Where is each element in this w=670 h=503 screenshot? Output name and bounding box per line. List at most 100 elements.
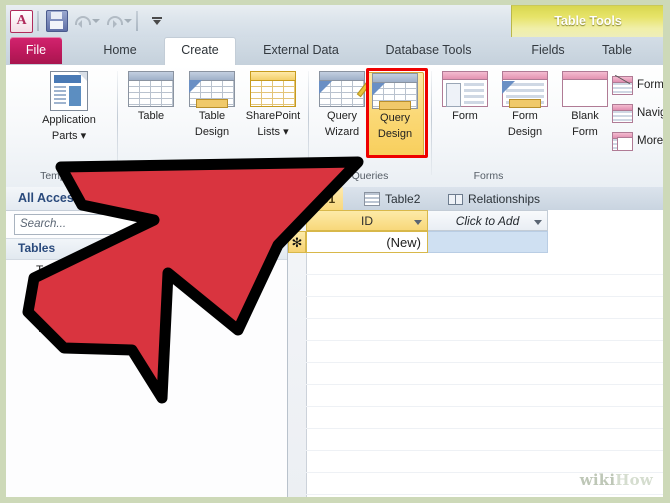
navigation-group-tables[interactable]: Tables bbox=[6, 238, 287, 260]
document-tab-label: Table2 bbox=[385, 191, 421, 206]
undo-icon[interactable] bbox=[74, 11, 91, 31]
ribbon-small-button-more-forms[interactable]: More bbox=[612, 129, 663, 153]
ribbon-small-button-navigation[interactable]: Navig bbox=[612, 101, 663, 125]
table-grid-icon bbox=[128, 71, 174, 107]
document-tab-label: Table1 bbox=[298, 191, 336, 206]
watermark-suffix: How bbox=[615, 471, 653, 489]
tab-create[interactable]: Create bbox=[164, 37, 236, 65]
wikihow-watermark: wikiHow bbox=[580, 471, 653, 489]
document-area: Table1 Table2 Relationships ID Click to … bbox=[288, 187, 663, 497]
ribbon-button-form-design[interactable]: Form Design bbox=[494, 71, 556, 138]
navigation-group-label: Tables bbox=[18, 241, 56, 255]
ribbon-button-label-2: Design bbox=[507, 125, 543, 138]
group-divider-3 bbox=[431, 71, 432, 175]
query-design-highlight-box bbox=[366, 68, 428, 158]
navigation-pane-title: All Access Objects bbox=[18, 191, 131, 205]
list-item-table2[interactable]: Table2 bbox=[36, 321, 71, 335]
form-wizard-icon bbox=[612, 74, 633, 95]
small-button-label: More bbox=[637, 135, 663, 147]
ribbon-button-label: Blank bbox=[571, 110, 599, 122]
ribbon-group-label-templates: Templates bbox=[40, 170, 88, 182]
sharepoint-list-icon bbox=[250, 71, 296, 107]
group-divider-1 bbox=[117, 71, 118, 175]
app-frame: A Table Tools File Home Create External … bbox=[6, 5, 663, 497]
qat-divider bbox=[37, 11, 39, 31]
cell-id[interactable]: (New) bbox=[306, 231, 428, 253]
new-record-marker[interactable]: ✻ bbox=[288, 231, 306, 253]
tab-table[interactable]: Table bbox=[586, 37, 648, 64]
chevron-down-icon[interactable] bbox=[534, 220, 542, 225]
chevron-down-icon[interactable]: ▾ bbox=[81, 130, 87, 142]
ribbon-group-forms: Form Form Design Blank Form Form Navi Mo… bbox=[434, 67, 663, 183]
small-button-label: Form bbox=[637, 79, 663, 91]
ribbon-button-label: Application bbox=[42, 114, 96, 126]
ribbon-button-label: Table bbox=[137, 110, 165, 122]
redo-icon[interactable] bbox=[106, 11, 123, 31]
ribbon-button-sharepoint-lists[interactable]: SharePoint Lists ▾ bbox=[242, 71, 304, 138]
ribbon-button-blank-form[interactable]: Blank Form bbox=[554, 71, 616, 138]
column-header-label: Click to Add bbox=[455, 213, 520, 228]
ribbon-button-query-wizard[interactable]: Query Wizard bbox=[311, 71, 375, 138]
tab-fields[interactable]: Fields bbox=[517, 37, 579, 64]
navigation-form-icon bbox=[612, 103, 633, 123]
form-icon bbox=[442, 71, 488, 107]
contextual-tools-title: Table Tools bbox=[554, 14, 622, 28]
app-window: A Table Tools File Home Create External … bbox=[0, 0, 670, 503]
datasheet: ID Click to Add ✻ (New) bbox=[288, 210, 663, 497]
ribbon-button-form[interactable]: Form bbox=[434, 71, 496, 123]
ribbon-button-table[interactable]: Table bbox=[120, 71, 182, 123]
document-tab-table2[interactable]: Table2 bbox=[356, 187, 428, 210]
chevron-down-icon[interactable] bbox=[414, 220, 422, 225]
ribbon-button-label-2: Parts ▾ bbox=[51, 129, 87, 142]
navigation-pane: All Access Objects Search... Tables Tabl… bbox=[6, 187, 288, 497]
navigation-pane-header[interactable]: All Access Objects bbox=[6, 187, 287, 211]
chevron-down-icon[interactable]: ▾ bbox=[283, 126, 289, 138]
tab-file[interactable]: File bbox=[10, 37, 62, 64]
ribbon-group-label-tables: Tables bbox=[197, 170, 229, 182]
column-header-click-to-add[interactable]: Click to Add bbox=[428, 210, 548, 231]
form-design-icon bbox=[502, 71, 548, 108]
blank-form-icon bbox=[562, 71, 608, 107]
watermark-prefix: wiki bbox=[579, 471, 616, 489]
query-wizard-icon bbox=[319, 71, 375, 107]
tab-external-data[interactable]: External Data bbox=[246, 37, 356, 64]
contextual-tools-banner: Table Tools bbox=[511, 5, 663, 38]
cell-value: (New) bbox=[386, 234, 421, 250]
table-icon bbox=[364, 191, 380, 206]
tab-database-tools[interactable]: Database Tools bbox=[371, 37, 486, 64]
table-design-icon bbox=[189, 71, 235, 108]
document-parts-icon bbox=[50, 71, 88, 111]
ribbon-button-application-parts[interactable]: Application Parts ▾ bbox=[28, 71, 110, 142]
customize-qat-icon[interactable] bbox=[150, 11, 164, 31]
column-header-id[interactable]: ID bbox=[306, 210, 428, 231]
ribbon-small-button-form-gallery[interactable]: Form bbox=[612, 73, 663, 97]
ribbon-button-table-design[interactable]: Table Design bbox=[181, 71, 243, 138]
ribbon-group-tables: Table Table Design SharePoint Lists ▾ Ta… bbox=[120, 67, 306, 183]
more-forms-icon bbox=[612, 131, 633, 151]
group-divider-2 bbox=[308, 71, 309, 175]
tab-home[interactable]: Home bbox=[89, 37, 151, 64]
row-selector-column bbox=[288, 210, 307, 497]
table-row: (New) bbox=[306, 231, 548, 253]
access-logo-icon[interactable]: A bbox=[10, 9, 33, 33]
small-button-label: Navig bbox=[637, 107, 663, 119]
undo-chevron-down-icon[interactable] bbox=[92, 19, 100, 23]
cell-click-to-add[interactable] bbox=[428, 231, 548, 253]
ribbon-group-label-forms: Forms bbox=[473, 170, 504, 182]
relationships-icon bbox=[448, 193, 463, 205]
ribbon-button-label: Form bbox=[512, 110, 538, 122]
document-tab-relationships[interactable]: Relationships bbox=[440, 187, 548, 210]
ribbon-group-templates: Application Parts ▾ Templates bbox=[12, 67, 116, 183]
column-header-label: ID bbox=[361, 213, 373, 228]
ribbon-button-label: Table bbox=[198, 110, 226, 122]
document-tab-table1[interactable]: Table1 bbox=[290, 187, 344, 210]
search-input[interactable]: Search... bbox=[14, 214, 274, 235]
column-header-row: ID Click to Add bbox=[306, 210, 548, 231]
document-tab-label: Relationships bbox=[468, 191, 541, 206]
redo-chevron-down-icon[interactable] bbox=[124, 19, 132, 23]
list-item-table1[interactable]: Table1 bbox=[36, 263, 71, 277]
ribbon-button-label: Form bbox=[452, 110, 478, 122]
save-icon[interactable] bbox=[46, 10, 68, 32]
document-tab-bar: Table1 Table2 Relationships bbox=[288, 187, 663, 210]
ribbon: Application Parts ▾ Templates Table Tabl… bbox=[6, 65, 663, 188]
